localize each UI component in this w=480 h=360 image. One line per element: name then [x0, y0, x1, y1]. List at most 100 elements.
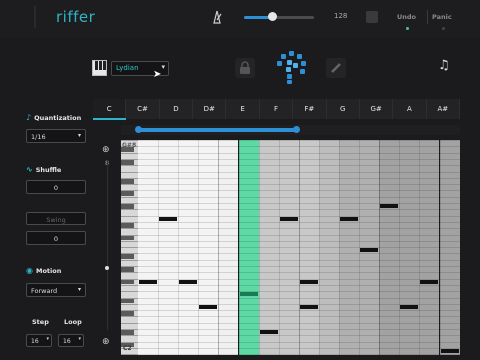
- key-tab-d-sharp[interactable]: D#: [193, 99, 227, 119]
- pencil-button[interactable]: [326, 58, 346, 78]
- piano-black-key: [99, 61, 102, 70]
- key-tab-f-sharp[interactable]: F#: [293, 99, 327, 119]
- midi-note[interactable]: [139, 279, 158, 284]
- piano-black-key: [95, 61, 98, 70]
- key-tab-a[interactable]: A: [393, 99, 427, 119]
- key-tab-g[interactable]: G: [327, 99, 360, 119]
- metronome-icon[interactable]: [210, 10, 224, 24]
- loop-label: Loop: [64, 318, 82, 326]
- panic-button[interactable]: Panic: [432, 13, 452, 21]
- vertical-scroll-track[interactable]: [107, 160, 108, 330]
- step-label: Step: [32, 318, 49, 326]
- piano-black-key[interactable]: [121, 222, 134, 228]
- lock-button[interactable]: [235, 58, 255, 78]
- loop-value: 16: [63, 338, 71, 345]
- quantization-dropdown[interactable]: 1/16 ▾: [26, 129, 86, 143]
- midi-note[interactable]: [360, 248, 379, 253]
- stop-button[interactable]: [366, 11, 378, 23]
- grid-column-line: [178, 140, 180, 355]
- grid-column-line: [318, 140, 320, 355]
- key-tab-g-sharp[interactable]: G#: [360, 99, 394, 119]
- top-bar: riffer 128 Undo Panic: [0, 0, 480, 38]
- music-note-icon: ♪: [26, 113, 32, 122]
- piano-black-key[interactable]: [121, 235, 134, 241]
- piano-keyboard-icon[interactable]: [92, 60, 107, 76]
- midi-note[interactable]: [179, 279, 198, 284]
- piano-black-key[interactable]: [121, 178, 134, 184]
- motion-toggle-icon: ◉: [26, 266, 33, 275]
- key-tab-f[interactable]: F: [260, 99, 294, 119]
- midi-note[interactable]: [299, 279, 318, 284]
- grid-column-line: [278, 140, 280, 355]
- grid-column-line: [379, 140, 381, 355]
- shuffle-wave-icon: ∿: [26, 165, 33, 174]
- piano-black-key: [103, 61, 106, 70]
- midi-notes-icon[interactable]: ♫: [438, 58, 450, 73]
- quantization-value: 1/16: [31, 133, 46, 141]
- midi-note[interactable]: [420, 279, 439, 284]
- zoom-in-icon[interactable]: ⊕: [102, 145, 110, 155]
- undo-button[interactable]: Undo: [397, 13, 416, 21]
- piano-black-key[interactable]: [121, 279, 134, 285]
- key-tab-e[interactable]: E: [226, 99, 260, 119]
- loop-end-handle[interactable]: [293, 126, 300, 133]
- generate-riff-button[interactable]: [272, 48, 310, 86]
- grid-column-line: [339, 140, 340, 355]
- key-tab-d[interactable]: D: [160, 99, 194, 119]
- vertical-scroll-handle[interactable]: [105, 266, 109, 270]
- key-tab-c[interactable]: C: [93, 99, 127, 119]
- midi-note[interactable]: [440, 348, 459, 353]
- swing-label: Swing: [26, 212, 86, 225]
- piano-black-key[interactable]: [121, 298, 134, 304]
- loop-start-handle[interactable]: [135, 126, 142, 133]
- key-tab-a-sharp[interactable]: A#: [427, 99, 460, 119]
- mouse-cursor-icon: ➤: [153, 69, 162, 80]
- midi-note[interactable]: [199, 304, 218, 309]
- zoom-out-icon[interactable]: ⊕: [102, 337, 110, 347]
- app-logo: riffer: [56, 8, 96, 26]
- tempo-slider-handle[interactable]: [268, 12, 277, 21]
- bottom-pitch-label: C2: [123, 345, 132, 352]
- grid-column-line: [298, 140, 300, 355]
- piano-black-key[interactable]: [121, 311, 134, 316]
- piano-black-key[interactable]: [121, 254, 134, 260]
- loop-range[interactable]: [138, 128, 298, 132]
- tempo-slider[interactable]: [244, 12, 314, 21]
- tempo-value: 128: [334, 12, 348, 20]
- midi-note[interactable]: [299, 304, 318, 309]
- midi-note[interactable]: [380, 204, 399, 208]
- piano-black-key[interactable]: [121, 330, 134, 335]
- loop-dropdown[interactable]: 16 ▾: [58, 334, 84, 347]
- piano-black-key[interactable]: [121, 191, 134, 197]
- grid-column-line: [198, 140, 200, 355]
- midi-note[interactable]: [159, 216, 178, 221]
- piano-black-key[interactable]: [121, 267, 134, 272]
- step-value: 16: [31, 338, 39, 345]
- grid-column-line: [419, 140, 421, 355]
- midi-note[interactable]: [279, 216, 298, 221]
- midi-note[interactable]: [239, 292, 258, 297]
- piano-black-key[interactable]: [121, 159, 134, 165]
- midi-note[interactable]: [400, 304, 419, 309]
- grid-column-line: [238, 140, 240, 355]
- midi-note[interactable]: [340, 216, 359, 221]
- toolbar-divider: [427, 10, 428, 24]
- undo-indicator: [406, 27, 409, 30]
- swing-value: 0: [53, 235, 59, 243]
- grid-column-line: [399, 140, 401, 355]
- logo-mark: [34, 6, 48, 28]
- grid-column-line: [439, 140, 441, 355]
- motion-value: Forward: [31, 287, 58, 295]
- chevron-down-icon: ▾: [78, 336, 81, 342]
- midi-note[interactable]: [259, 330, 278, 334]
- grid-column-line: [258, 140, 260, 355]
- note-grid[interactable]: [138, 140, 460, 355]
- key-tab-c-sharp[interactable]: C#: [126, 99, 160, 119]
- grid-column-line: [218, 140, 220, 355]
- step-dropdown[interactable]: 16 ▾: [26, 334, 52, 347]
- shuffle-field[interactable]: 0: [26, 180, 86, 194]
- motion-dropdown[interactable]: Forward ▾: [26, 283, 86, 297]
- piano-black-key[interactable]: [121, 204, 134, 209]
- chevron-down-icon: ▾: [77, 286, 81, 293]
- swing-field[interactable]: 0: [26, 231, 86, 245]
